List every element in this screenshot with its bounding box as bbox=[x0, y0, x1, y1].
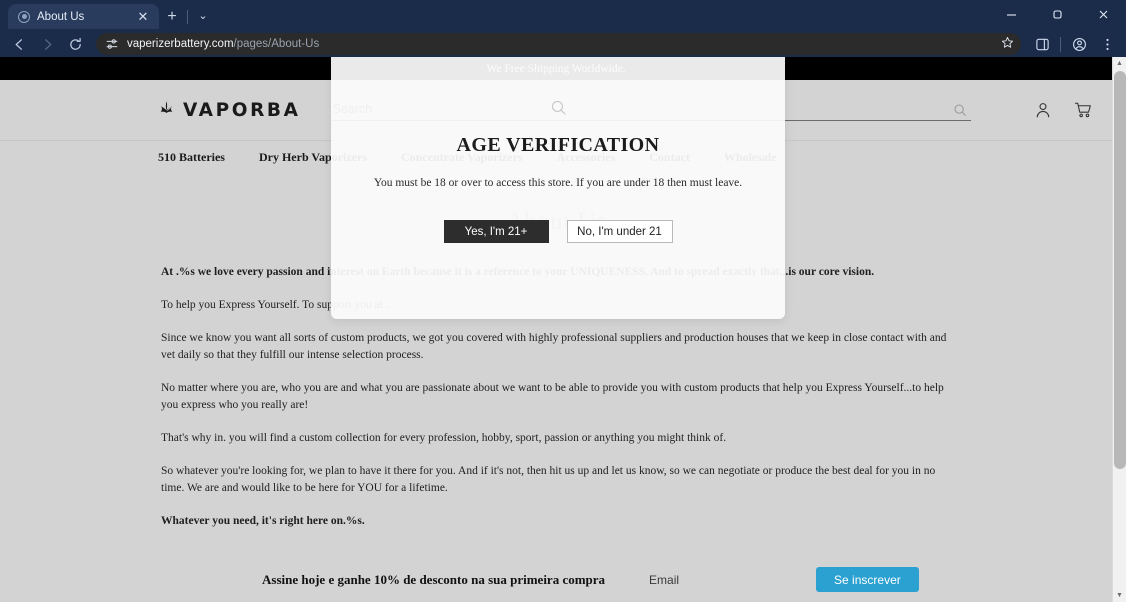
kebab-menu-icon[interactable] bbox=[1094, 31, 1120, 57]
newsletter-form: Se inscrever bbox=[641, 567, 919, 592]
newsletter-submit-button[interactable]: Se inscrever bbox=[816, 567, 919, 592]
decline-age-button[interactable]: No, I'm under 21 bbox=[566, 220, 673, 243]
scrollbar-thumb[interactable] bbox=[1114, 71, 1126, 469]
web-page: We Free Shipping Worldwide. VAPORBA bbox=[0, 57, 1112, 602]
browser-window: About Us ✕ + ⌄ vaperizerbattery.com/page… bbox=[0, 0, 1126, 602]
header-icons bbox=[1034, 101, 1092, 119]
tab-title: About Us bbox=[37, 10, 85, 23]
url-domain: vaperizerbattery.com bbox=[127, 38, 234, 50]
logo-text: VAPORBA bbox=[183, 99, 301, 121]
browser-tab[interactable]: About Us ✕ bbox=[8, 4, 159, 29]
toolbar-divider bbox=[187, 10, 188, 24]
close-icon[interactable]: ✕ bbox=[135, 10, 151, 23]
new-tab-button[interactable]: + bbox=[159, 4, 185, 29]
paragraph-3: Since we know you want all sorts of cust… bbox=[161, 332, 947, 362]
toolbar-divider bbox=[1060, 36, 1061, 52]
age-verification-modal: AGE VERIFICATION You must be 18 or over … bbox=[331, 57, 785, 319]
paragraph-7-text: Whatever you need, it's right here on.%s… bbox=[161, 515, 365, 528]
newsletter-bar: Assine hoje e ganhe 10% de desconto na s… bbox=[0, 557, 1112, 602]
search-icon bbox=[550, 99, 567, 116]
paragraph-6: So whatever you're looking for, we plan … bbox=[161, 465, 936, 494]
profile-icon[interactable] bbox=[1066, 31, 1092, 57]
site-logo[interactable]: VAPORBA bbox=[158, 100, 301, 121]
star-icon[interactable] bbox=[1001, 36, 1014, 52]
cart-icon[interactable] bbox=[1074, 101, 1092, 119]
paragraph-7: Whatever you need, it's right here on.%s… bbox=[161, 513, 951, 530]
address-bar[interactable]: vaperizerbattery.com/pages/About-Us bbox=[96, 33, 1021, 55]
reload-button[interactable] bbox=[62, 31, 88, 57]
window-controls bbox=[988, 0, 1126, 29]
modal-title: AGE VERIFICATION bbox=[456, 134, 660, 156]
scroll-down-arrow[interactable]: ▼ bbox=[1113, 589, 1126, 602]
url-text: vaperizerbattery.com/pages/About-Us bbox=[127, 38, 319, 50]
page-viewport: We Free Shipping Worldwide. VAPORBA bbox=[0, 57, 1126, 602]
close-window-button[interactable] bbox=[1080, 0, 1126, 29]
newsletter-heading: Assine hoje e ganhe 10% de desconto na s… bbox=[262, 571, 606, 587]
newsletter-email-input[interactable] bbox=[641, 567, 817, 592]
scroll-up-arrow[interactable]: ▲ bbox=[1113, 57, 1126, 70]
side-panel-icon[interactable] bbox=[1029, 31, 1055, 57]
minimize-button[interactable] bbox=[988, 0, 1034, 29]
modal-subtitle: You must be 18 or over to access this st… bbox=[373, 177, 743, 189]
globe-icon bbox=[18, 10, 30, 23]
tab-strip: About Us ✕ + ⌄ bbox=[0, 0, 1126, 29]
confirm-age-button[interactable]: Yes, I'm 21+ bbox=[443, 220, 549, 243]
forward-button[interactable] bbox=[34, 31, 60, 57]
cannabis-leaf-icon bbox=[158, 100, 175, 120]
account-icon[interactable] bbox=[1034, 101, 1052, 119]
search-icon[interactable] bbox=[953, 103, 967, 117]
tune-icon[interactable] bbox=[105, 37, 119, 51]
modal-actions: Yes, I'm 21+ No, I'm under 21 bbox=[443, 220, 673, 243]
browser-toolbar: vaperizerbattery.com/pages/About-Us bbox=[0, 29, 1126, 59]
page-scrollbar[interactable]: ▲ ▼ bbox=[1112, 57, 1126, 602]
paragraph-5: That's why in. you will find a custom co… bbox=[161, 432, 727, 445]
paragraph-4: No matter where you are, who you are and… bbox=[161, 382, 944, 411]
back-button[interactable] bbox=[6, 31, 32, 57]
chevron-down-icon[interactable]: ⌄ bbox=[190, 4, 216, 29]
maximize-button[interactable] bbox=[1034, 0, 1080, 29]
url-path: /pages/About-Us bbox=[233, 38, 320, 50]
nav-item-510-batteries[interactable]: 510 Batteries bbox=[158, 150, 225, 165]
